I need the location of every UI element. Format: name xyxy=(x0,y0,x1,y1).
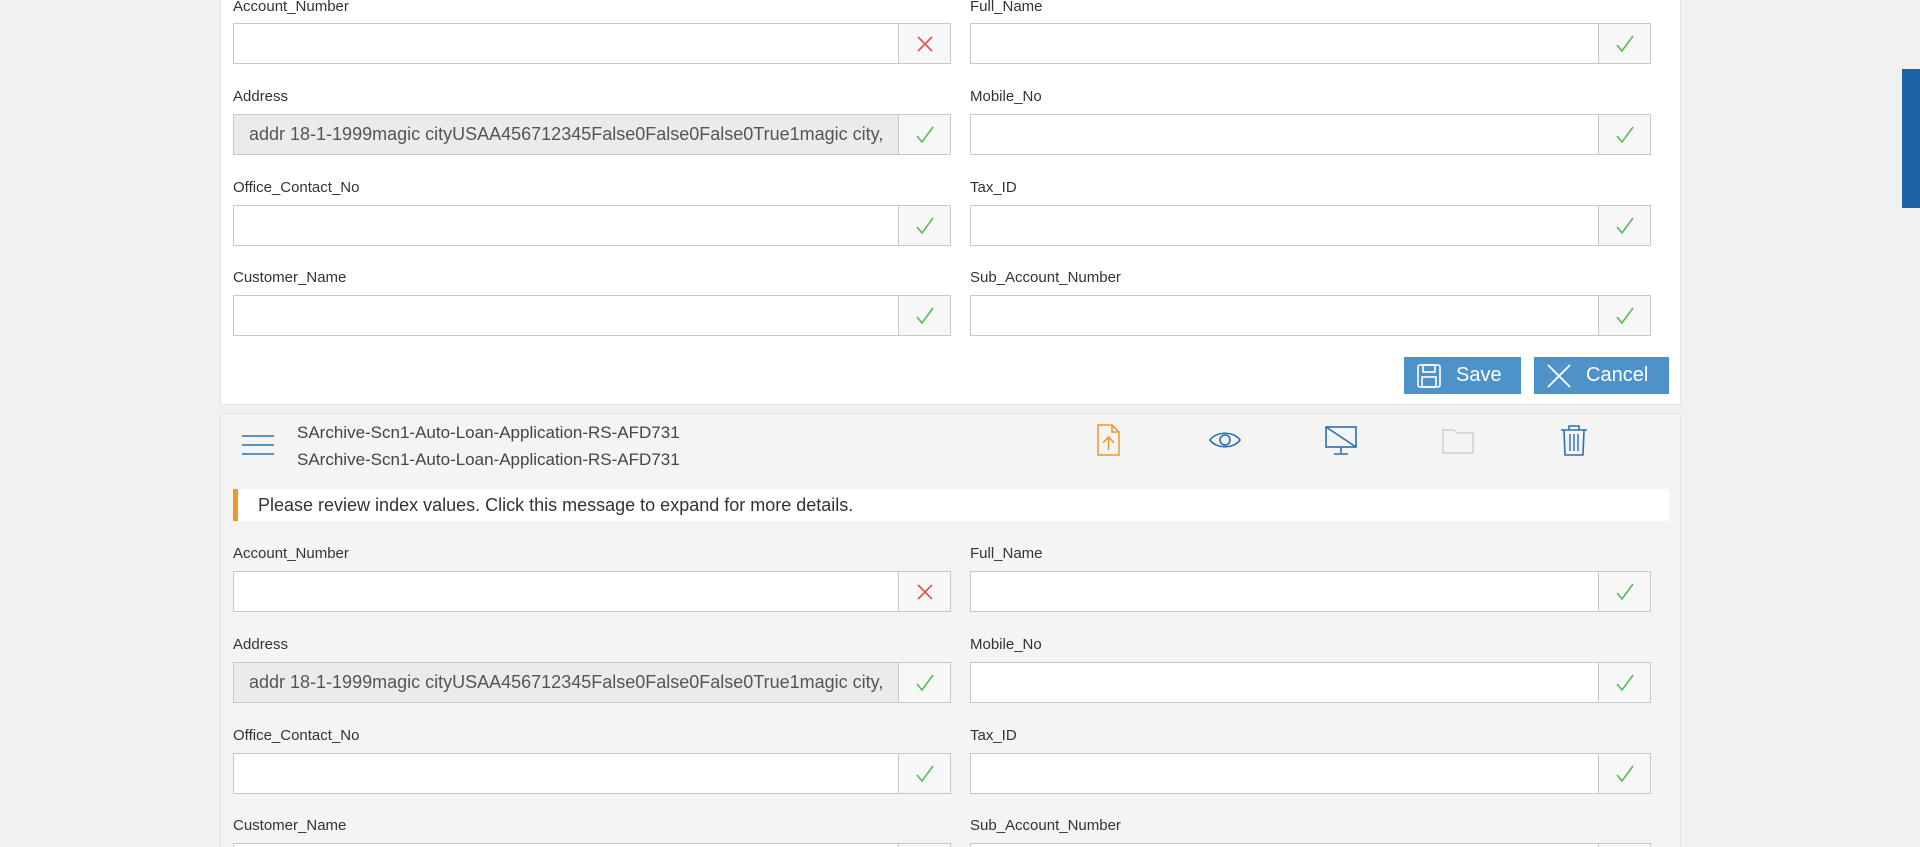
address-field xyxy=(233,662,951,703)
save-icon xyxy=(1417,363,1441,388)
mobile-no-label: Mobile_No xyxy=(970,88,1042,105)
address-label: Address xyxy=(233,636,289,653)
full-name-field xyxy=(970,23,1651,64)
mobile-no-label: Mobile_No xyxy=(970,636,1042,653)
full-name-input[interactable] xyxy=(971,572,1598,611)
cancel-button[interactable]: Cancel xyxy=(1534,357,1669,394)
tax-id-label: Tax_ID xyxy=(970,179,1017,196)
full-name-label: Full_Name xyxy=(970,545,1043,562)
check-icon xyxy=(898,296,950,335)
monitor-off-icon[interactable] xyxy=(1324,423,1358,457)
cancel-button-label: Cancel xyxy=(1586,364,1649,386)
tax-id-field xyxy=(970,205,1651,246)
document-title: SArchive-Scn1-Auto-Loan-Application-RS-A… xyxy=(297,423,680,442)
address-input[interactable] xyxy=(234,663,898,702)
check-icon xyxy=(1598,663,1650,702)
document-subtitle: SArchive-Scn1-Auto-Loan-Application-RS-A… xyxy=(297,450,680,469)
error-x-icon xyxy=(898,24,950,63)
account-number-field xyxy=(233,571,951,612)
account-number-field xyxy=(233,23,951,64)
mobile-no-field xyxy=(970,662,1651,703)
mobile-no-input[interactable] xyxy=(971,663,1598,702)
hamburger-menu-icon[interactable] xyxy=(242,433,274,457)
check-icon xyxy=(898,206,950,245)
review-warning-banner[interactable]: Please review index values. Click this m… xyxy=(233,489,1669,521)
save-button-label: Save xyxy=(1456,364,1502,386)
tax-id-label: Tax_ID xyxy=(970,727,1017,744)
account-number-label: Account_Number xyxy=(233,545,349,562)
check-icon xyxy=(1598,115,1650,154)
office-contact-no-label: Office_Contact_No xyxy=(233,727,360,744)
customer-name-field xyxy=(233,295,951,336)
full-name-field xyxy=(970,571,1651,612)
trash-icon[interactable] xyxy=(1557,423,1591,457)
account-number-label: Account_Number xyxy=(233,0,349,15)
check-icon xyxy=(898,754,950,793)
mobile-no-input[interactable] xyxy=(971,115,1598,154)
side-panel-tab[interactable] xyxy=(1902,69,1920,208)
review-warning-text: Please review index values. Click this m… xyxy=(258,494,854,515)
check-icon xyxy=(898,663,950,702)
check-icon xyxy=(1598,572,1650,611)
check-icon xyxy=(1598,754,1650,793)
tax-id-input[interactable] xyxy=(971,206,1598,245)
app-canvas: Account_Number Full_Name Address Mobile_… xyxy=(0,0,1920,847)
full-name-label: Full_Name xyxy=(970,0,1043,15)
check-icon xyxy=(1598,24,1650,63)
office-contact-no-input[interactable] xyxy=(234,754,898,793)
account-number-input[interactable] xyxy=(234,24,898,63)
office-contact-no-label: Office_Contact_No xyxy=(233,179,360,196)
sub-account-number-field xyxy=(970,843,1651,847)
check-icon xyxy=(1598,296,1650,335)
address-field xyxy=(233,114,951,155)
error-x-icon xyxy=(898,572,950,611)
office-contact-no-field xyxy=(233,205,951,246)
sub-account-number-field xyxy=(970,295,1651,336)
address-input[interactable] xyxy=(234,115,898,154)
mobile-no-field xyxy=(970,114,1651,155)
check-icon xyxy=(1598,206,1650,245)
tax-id-field xyxy=(970,753,1651,794)
close-icon xyxy=(1547,363,1571,388)
customer-name-input[interactable] xyxy=(234,296,898,335)
customer-name-field xyxy=(233,843,951,847)
full-name-input[interactable] xyxy=(971,24,1598,63)
folder-icon[interactable] xyxy=(1441,423,1475,457)
upload-file-icon[interactable] xyxy=(1091,423,1125,457)
customer-name-label: Customer_Name xyxy=(233,269,347,286)
sub-account-number-label: Sub_Account_Number xyxy=(970,269,1121,286)
save-button[interactable]: Save xyxy=(1404,357,1521,394)
sub-account-number-label: Sub_Account_Number xyxy=(970,817,1121,834)
sub-account-number-input[interactable] xyxy=(971,296,1598,335)
eye-icon[interactable] xyxy=(1208,423,1242,457)
address-label: Address xyxy=(233,88,289,105)
customer-name-label: Customer_Name xyxy=(233,817,347,834)
tax-id-input[interactable] xyxy=(971,754,1598,793)
office-contact-no-field xyxy=(233,753,951,794)
account-number-input[interactable] xyxy=(234,572,898,611)
check-icon xyxy=(898,115,950,154)
office-contact-no-input[interactable] xyxy=(234,206,898,245)
